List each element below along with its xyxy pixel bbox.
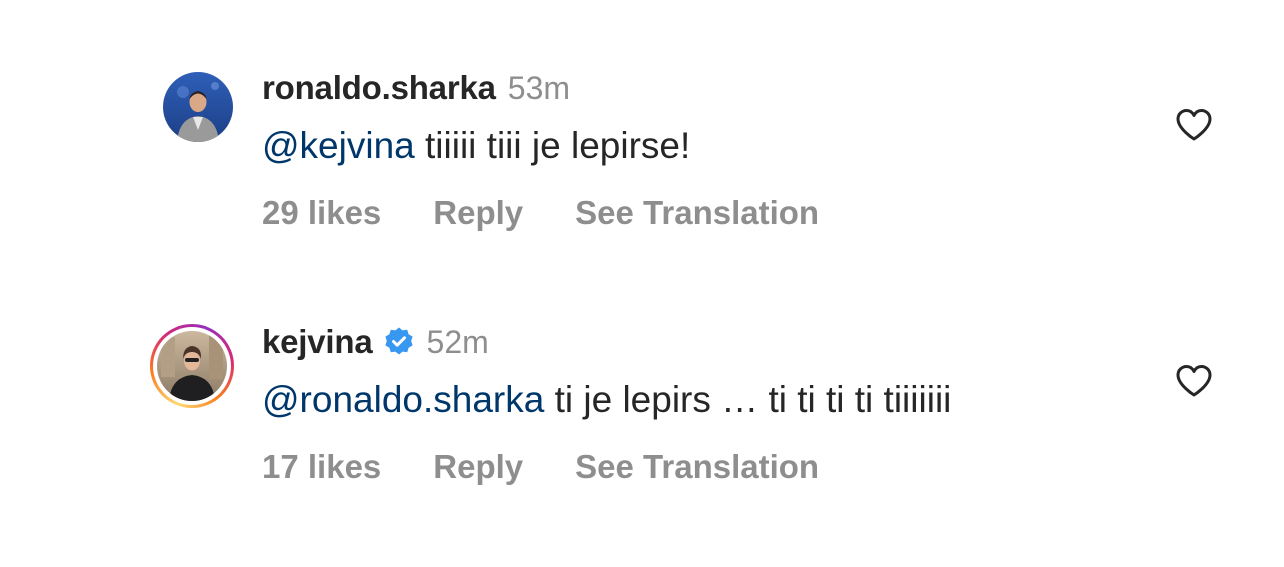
timestamp: 52m <box>426 323 489 360</box>
username[interactable]: kejvina <box>262 323 373 361</box>
comment-header: ronaldo.sharka 53m <box>262 68 819 108</box>
timestamp: 53m <box>507 69 571 106</box>
comment-header: kejvina 52m <box>262 322 951 362</box>
comment-text-content: ti je lepirs … ti ti ti ti tiiiiiii <box>544 379 952 420</box>
comment-body: kejvina 52m @ronaldo.sharka ti je lepirs… <box>262 322 951 486</box>
heart-outline-icon[interactable] <box>1175 364 1213 398</box>
story-ring[interactable] <box>150 324 234 408</box>
avatar[interactable] <box>157 331 227 401</box>
username[interactable]: ronaldo.sharka <box>262 69 496 107</box>
likes-count[interactable]: 29 likes <box>262 194 381 232</box>
comment-actions: 29 likes Reply See Translation <box>262 194 819 232</box>
comment-actions: 17 likes Reply See Translation <box>262 448 951 486</box>
avatar[interactable] <box>163 72 233 142</box>
verified-badge-icon <box>383 326 415 358</box>
comment-text-content: tiiiii tiii je lepirse! <box>414 125 691 166</box>
see-translation-button[interactable]: See Translation <box>575 194 819 232</box>
reply-button[interactable]: Reply <box>433 448 523 486</box>
see-translation-button[interactable]: See Translation <box>575 448 819 486</box>
reply-button[interactable]: Reply <box>433 194 523 232</box>
heart-outline-icon[interactable] <box>1175 108 1213 142</box>
comment-text: @ronaldo.sharka ti je lepirs … ti ti ti … <box>262 380 951 420</box>
mention-link[interactable]: @ronaldo.sharka <box>262 379 544 420</box>
likes-count[interactable]: 17 likes <box>262 448 381 486</box>
mention-link[interactable]: @kejvina <box>262 125 415 166</box>
comment-text: @kejvina tiiiii tiii je lepirse! <box>262 126 819 166</box>
comment-body: ronaldo.sharka 53m @kejvina tiiiii tiii … <box>262 68 819 232</box>
